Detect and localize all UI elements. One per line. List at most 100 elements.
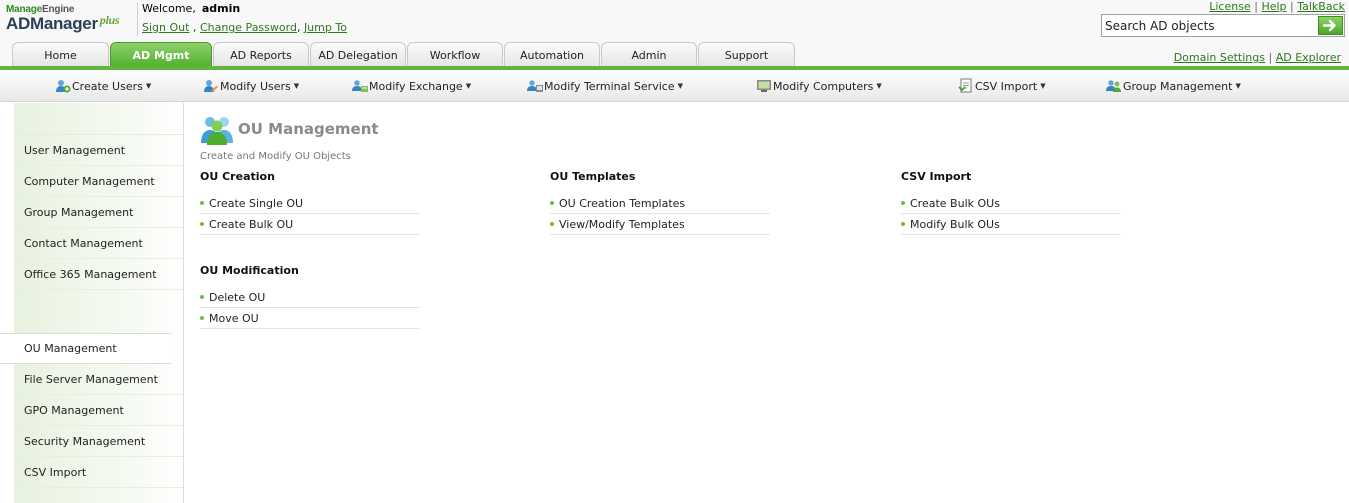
bullet-icon xyxy=(200,201,204,205)
main-tabs: Home AD Mgmt AD Reports AD Delegation Wo… xyxy=(12,42,796,68)
talkback-link[interactable]: TalkBack xyxy=(1297,0,1345,13)
page-subtitle: Create and Modify OU Objects xyxy=(200,151,351,162)
ad-explorer-link[interactable]: AD Explorer xyxy=(1276,51,1341,64)
link-modify-bulk-ous[interactable]: Modify Bulk OUs xyxy=(901,214,1121,235)
sign-out-link[interactable]: Sign Out xyxy=(142,21,189,34)
menu-create-users[interactable]: Create Users ▼ xyxy=(55,78,151,94)
tab-workflow[interactable]: Workflow xyxy=(407,42,503,68)
jump-to-link[interactable]: Jump To xyxy=(304,21,347,34)
section-ou-modification: OU Modification Delete OU Move OU xyxy=(200,264,420,329)
sub-menu-bar: Create Users ▼ Modify Users ▼ Modify Excha… xyxy=(0,70,1349,102)
welcome-text: Welcome, admin xyxy=(142,2,240,15)
terminal-service-icon xyxy=(527,80,543,92)
link-ou-creation-templates[interactable]: OU Creation Templates xyxy=(550,193,770,214)
tab-home[interactable]: Home xyxy=(12,42,109,68)
caret-down-icon: ▼ xyxy=(1235,82,1241,90)
sidebar-item-contact-management[interactable]: Contact Management xyxy=(14,228,183,259)
menu-label: Modify Terminal Service xyxy=(544,79,675,93)
group-icon xyxy=(1106,80,1121,92)
link-label: OU Creation Templates xyxy=(559,196,686,210)
section-title: OU Creation xyxy=(200,170,275,183)
link-label: Create Bulk OUs xyxy=(910,196,1000,210)
domain-settings-link[interactable]: Domain Settings xyxy=(1174,51,1265,64)
search-go-button[interactable] xyxy=(1318,16,1343,35)
link-label: Delete OU xyxy=(209,290,266,304)
csv-import-icon xyxy=(958,78,972,93)
sidebar-item-csv-import[interactable]: CSV Import xyxy=(14,457,183,488)
help-link[interactable]: Help xyxy=(1261,0,1286,13)
bullet-icon xyxy=(550,222,554,226)
menu-label: Create Users xyxy=(72,79,143,93)
page-title: OU Management xyxy=(238,120,379,138)
logo-product-text: ADManager xyxy=(6,14,98,33)
link-label: Create Single OU xyxy=(209,196,304,210)
tab-automation[interactable]: Automation xyxy=(504,42,600,68)
caret-down-icon: ▼ xyxy=(677,82,683,90)
sidebar-item-user-management[interactable]: User Management xyxy=(14,135,183,166)
section-ou-templates: OU Templates OU Creation Templates View/… xyxy=(550,170,770,235)
caret-down-icon: ▼ xyxy=(1040,82,1046,90)
link-label: View/Modify Templates xyxy=(559,217,685,231)
tab-ad-mgmt[interactable]: AD Mgmt xyxy=(110,42,212,68)
link-create-bulk-ous[interactable]: Create Bulk OUs xyxy=(901,193,1121,214)
sidebar-header xyxy=(14,103,183,135)
tab-admin[interactable]: Admin xyxy=(601,42,697,68)
sidebar-item-file-server-management[interactable]: File Server Management xyxy=(14,364,183,395)
create-users-icon xyxy=(56,80,71,93)
menu-label: Modify Computers xyxy=(773,79,874,93)
logo-plus-text: plus xyxy=(99,13,120,27)
left-sidebar: User Management Computer Management Grou… xyxy=(0,103,184,503)
section-csv-import: CSV Import Create Bulk OUs Modify Bulk O… xyxy=(901,170,1121,235)
tab-support[interactable]: Support xyxy=(698,42,795,68)
link-label: Create Bulk OU xyxy=(209,217,294,231)
menu-csv-import[interactable]: CSV Import ▼ xyxy=(958,78,1046,94)
link-delete-ou[interactable]: Delete OU xyxy=(200,287,420,308)
domain-links: Domain Settings | AD Explorer xyxy=(1173,51,1341,64)
tab-ad-reports[interactable]: AD Reports xyxy=(213,42,309,68)
caret-down-icon: ▼ xyxy=(465,82,472,90)
computer-icon xyxy=(757,80,771,92)
sidebar-item-group-management[interactable]: Group Management xyxy=(14,197,183,228)
sidebar-item-gpo-management[interactable]: GPO Management xyxy=(14,395,183,426)
ou-users-icon xyxy=(201,117,233,145)
modify-exchange-icon xyxy=(352,80,368,92)
sidebar-item-ou-management[interactable]: OU Management xyxy=(0,333,171,364)
menu-label: Modify Users xyxy=(220,79,291,93)
bullet-icon xyxy=(901,201,905,205)
arrow-right-icon xyxy=(1323,19,1336,32)
section-title: OU Templates xyxy=(550,170,636,183)
link-label: Move OU xyxy=(209,311,259,325)
welcome-label: Welcome, xyxy=(142,2,196,15)
bullet-icon xyxy=(200,316,204,320)
license-link[interactable]: License xyxy=(1209,0,1250,13)
bullet-icon xyxy=(200,222,204,226)
menu-modify-users[interactable]: Modify Users ▼ xyxy=(203,78,299,94)
modify-users-icon xyxy=(204,80,218,92)
manageengine-logo[interactable]: ManageEngine ADManager plus xyxy=(6,4,136,36)
menu-modify-exchange[interactable]: Modify Exchange ▼ xyxy=(352,78,471,94)
sidebar-item-security-management[interactable]: Security Management xyxy=(14,426,183,457)
sidebar-item-computer-management[interactable]: Computer Management xyxy=(14,166,183,197)
utility-links: License | Help | TalkBack xyxy=(1209,0,1345,13)
caret-down-icon: ▼ xyxy=(876,82,882,90)
link-create-single-ou[interactable]: Create Single OU xyxy=(200,193,420,214)
section-title: CSV Import xyxy=(901,170,972,183)
section-title: OU Modification xyxy=(200,264,299,277)
menu-group-management[interactable]: Group Management ▼ xyxy=(1106,78,1241,94)
link-move-ou[interactable]: Move OU xyxy=(200,308,420,329)
link-label: Modify Bulk OUs xyxy=(910,217,1000,231)
tab-ad-delegation[interactable]: AD Delegation xyxy=(310,42,406,68)
search-input[interactable] xyxy=(1102,15,1318,36)
menu-label: Group Management xyxy=(1123,79,1233,93)
sidebar-item-office365-management[interactable]: Office 365 Management xyxy=(14,259,183,290)
header-divider xyxy=(137,2,138,36)
link-create-bulk-ou[interactable]: Create Bulk OU xyxy=(200,214,420,235)
user-links: Sign Out , Change Password, Jump To xyxy=(142,21,347,34)
link-view-modify-templates[interactable]: View/Modify Templates xyxy=(550,214,770,235)
app-header: ManageEngine ADManager plus Welcome, admin… xyxy=(0,0,1349,68)
page-header: OU Management xyxy=(200,112,379,146)
menu-modify-terminal-service[interactable]: Modify Terminal Service ▼ xyxy=(527,78,683,94)
menu-modify-computers[interactable]: Modify Computers ▼ xyxy=(756,78,882,94)
change-password-link[interactable]: Change Password xyxy=(200,21,297,34)
